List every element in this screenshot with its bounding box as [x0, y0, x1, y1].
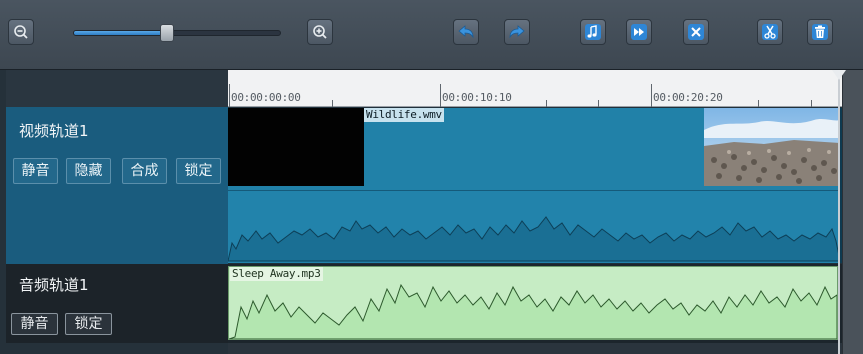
ruler-label: 00:00:20:20 [653, 91, 723, 104]
zoom-in-button[interactable] [307, 19, 333, 45]
track-header-panel: 视频轨道1 静音 隐藏 合成 锁定 音频轨道1 静音 锁定 [6, 70, 228, 354]
timeline-bottom-strip [228, 343, 842, 354]
video-mute-button[interactable]: 静音 [13, 158, 58, 184]
audio-lock-button[interactable]: 锁定 [65, 313, 112, 335]
video-audio-waveform-area [228, 190, 841, 263]
undo-arrow-icon [458, 25, 474, 39]
audio-clip-title: Sleep Away.mp3 [230, 267, 323, 281]
video-lock-button[interactable]: 锁定 [176, 158, 221, 184]
video-audio-waveform [228, 216, 841, 262]
video-composite-button[interactable]: 合成 [122, 158, 167, 184]
video-track-name: 视频轨道1 [19, 122, 89, 140]
fast-forward-button[interactable] [626, 19, 652, 45]
delete-button[interactable] [807, 19, 833, 45]
ruler-minor-tick [546, 100, 547, 107]
video-editor-timeline: 视频轨道1 静音 隐藏 合成 锁定 音频轨道1 静音 锁定 00:00:00:0… [0, 0, 863, 354]
zoom-in-icon [313, 25, 327, 39]
trash-icon [812, 24, 828, 40]
ruler-label: 00:00:10:10 [442, 91, 512, 104]
playhead-line[interactable] [838, 78, 840, 354]
playhead-marker-icon[interactable] [832, 70, 846, 80]
video-track-header: 视频轨道1 静音 隐藏 合成 锁定 [6, 107, 228, 264]
audio-mute-button[interactable]: 静音 [11, 313, 58, 335]
fast-forward-icon [631, 24, 647, 40]
ruler-major-tick [229, 84, 230, 107]
vertical-scrollbar[interactable] [842, 70, 863, 354]
ruler-spacer [6, 70, 228, 107]
zoom-slider-fill [74, 31, 167, 35]
undo-button[interactable] [453, 19, 479, 45]
ruler-major-tick [440, 84, 441, 107]
close-x-icon [688, 24, 704, 40]
zoom-out-icon [14, 25, 28, 39]
video-track-row[interactable]: Wildlife.wmv [228, 107, 842, 264]
zoom-slider-thumb[interactable] [159, 24, 174, 42]
close-button[interactable] [683, 19, 709, 45]
audio-clip[interactable]: Sleep Away.mp3 [228, 266, 838, 340]
ruler-label: 00:00:00:00 [231, 91, 301, 104]
ruler-major-tick [651, 84, 652, 107]
video-hide-button[interactable]: 隐藏 [66, 158, 111, 184]
ruler-minor-tick [332, 100, 333, 107]
clip-end-thumbnail [704, 108, 840, 186]
redo-button[interactable] [504, 19, 530, 45]
zoom-slider[interactable] [73, 24, 281, 42]
video-clip-title: Wildlife.wmv [364, 108, 444, 122]
clip-start-thumbnail [228, 108, 364, 186]
add-music-button[interactable] [580, 19, 606, 45]
timeline-area[interactable]: 00:00:00:00 00:00:10:10 00:00:20:20 Wild… [228, 70, 842, 354]
zoom-out-button[interactable] [8, 19, 34, 45]
cut-button[interactable] [757, 19, 783, 45]
audio-track-header: 音频轨道1 静音 锁定 [6, 264, 228, 343]
time-ruler[interactable]: 00:00:00:00 00:00:10:10 00:00:20:20 [228, 70, 842, 107]
ruler-minor-tick [758, 100, 759, 107]
ruler-minor-tick [811, 100, 812, 107]
audio-track-row[interactable]: Sleep Away.mp3 [228, 264, 842, 343]
redo-arrow-icon [509, 25, 525, 39]
timeline-toolbar [0, 0, 863, 70]
ruler-minor-tick [598, 100, 599, 107]
audio-track-name: 音频轨道1 [19, 276, 89, 294]
scissors-icon [762, 24, 778, 40]
music-note-icon [585, 24, 601, 40]
